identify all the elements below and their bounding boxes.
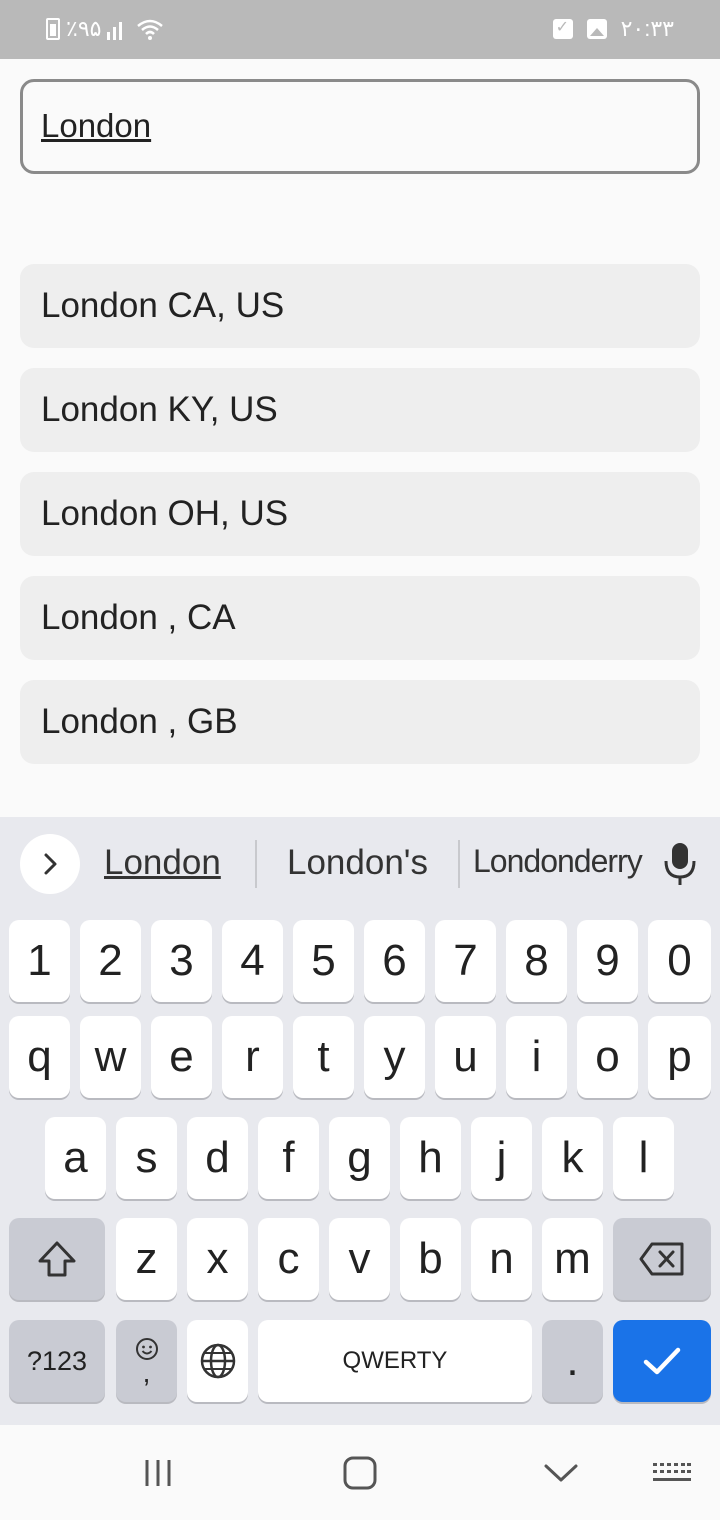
image-notification-icon [586,19,607,39]
key-o[interactable]: o [577,1016,638,1098]
suggestion-bar: London London's Londonderry [0,817,720,912]
divider [458,840,460,888]
key-9[interactable]: 9 [577,920,638,1002]
key-m[interactable]: m [542,1218,603,1300]
suggestion-2[interactable]: London's [287,843,428,883]
suggestion-1[interactable]: London [104,843,221,883]
key-j[interactable]: j [471,1117,532,1199]
key-c[interactable]: c [258,1218,319,1300]
key-b[interactable]: b [400,1218,461,1300]
key-u[interactable]: u [435,1016,496,1098]
list-item[interactable]: London , CA [20,576,700,660]
keyboard: London London's Londonderry 1 2 3 4 5 6 … [0,817,720,1425]
key-l[interactable]: l [613,1117,674,1199]
key-x[interactable]: x [187,1218,248,1300]
back-icon [544,1464,578,1482]
status-right: ۲۰:۳۳ [552,16,674,42]
key-6[interactable]: 6 [364,920,425,1002]
navigation-bar [0,1425,720,1520]
key-a[interactable]: a [45,1117,106,1199]
back-button[interactable] [541,1455,581,1491]
key-e[interactable]: e [151,1016,212,1098]
home-icon [343,1456,377,1490]
keyboard-switch-icon [653,1463,691,1481]
recent-apps-button[interactable] [138,1455,178,1491]
comma-label: , [142,1357,151,1388]
key-3[interactable]: 3 [151,920,212,1002]
chevron-right-icon [44,853,57,875]
backspace-key[interactable] [613,1218,711,1300]
checkmark-icon [643,1347,681,1375]
key-w[interactable]: w [80,1016,141,1098]
key-8[interactable]: 8 [506,920,567,1002]
key-5[interactable]: 5 [293,920,354,1002]
backspace-icon [639,1242,684,1276]
list-item[interactable]: London OH, US [20,472,700,556]
status-bar: ٪۹۵ ۲۰:۳۳ [0,0,720,59]
home-button[interactable] [340,1455,380,1491]
key-q[interactable]: q [9,1016,70,1098]
result-list: London CA, US London KY, US London OH, U… [20,264,700,784]
emoji-comma-key[interactable]: , [116,1320,177,1402]
shift-icon [38,1241,76,1277]
key-0[interactable]: 0 [648,920,711,1002]
list-item[interactable]: London , GB [20,680,700,764]
enter-key[interactable] [613,1320,711,1402]
key-r[interactable]: r [222,1016,283,1098]
voice-input-button[interactable] [660,839,700,889]
key-n[interactable]: n [471,1218,532,1300]
clock: ۲۰:۳۳ [620,16,674,41]
key-i[interactable]: i [506,1016,567,1098]
list-item[interactable]: London KY, US [20,368,700,452]
key-d[interactable]: d [187,1117,248,1199]
key-z[interactable]: z [116,1218,177,1300]
suggestion-3[interactable]: Londonderry [473,843,643,880]
language-key[interactable] [187,1320,248,1402]
key-p[interactable]: p [648,1016,711,1098]
search-box[interactable] [20,79,700,174]
key-h[interactable]: h [400,1117,461,1199]
signal-icon [107,18,131,40]
search-input[interactable] [41,104,661,148]
key-v[interactable]: v [329,1218,390,1300]
battery-percentage: ٪۹۵ [66,16,102,41]
key-f[interactable]: f [258,1117,319,1199]
divider [255,840,257,888]
checkbox-notification-icon [552,17,573,39]
keyboard-switch-button[interactable] [652,1455,692,1491]
expand-toolbar-button[interactable] [20,834,80,894]
recent-apps-icon [145,1460,171,1486]
space-key[interactable]: QWERTY [258,1320,532,1402]
key-7[interactable]: 7 [435,920,496,1002]
key-1[interactable]: 1 [9,920,70,1002]
key-s[interactable]: s [116,1117,177,1199]
shift-key[interactable] [9,1218,105,1300]
globe-icon [200,1343,235,1379]
key-k[interactable]: k [542,1117,603,1199]
key-g[interactable]: g [329,1117,390,1199]
period-key[interactable]: . [542,1320,603,1402]
key-t[interactable]: t [293,1016,354,1098]
symbols-key[interactable]: ?123 [9,1320,105,1402]
microphone-icon [664,843,696,885]
key-4[interactable]: 4 [222,920,283,1002]
wifi-icon [137,19,164,40]
status-left: ٪۹۵ [46,16,164,42]
list-item[interactable]: London CA, US [20,264,700,348]
battery-charging-icon [46,18,60,40]
key-y[interactable]: y [364,1016,425,1098]
key-2[interactable]: 2 [80,920,141,1002]
